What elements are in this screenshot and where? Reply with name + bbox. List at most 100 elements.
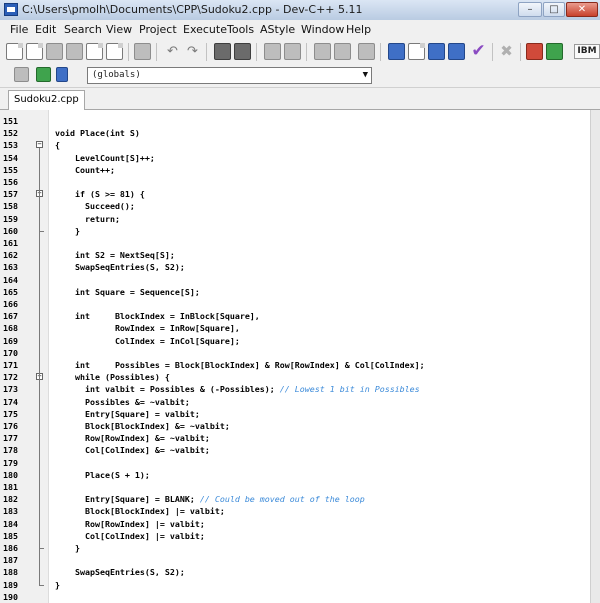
menu-astyle[interactable]: AStyle <box>260 23 295 36</box>
code-statement: Row[RowIndex] |= valbit; <box>55 518 205 529</box>
chart-icon[interactable] <box>526 43 543 60</box>
code-line[interactable]: 184 Row[RowIndex] |= valbit; <box>0 518 590 530</box>
code-line[interactable]: 189} <box>0 579 590 591</box>
menu-edit[interactable]: Edit <box>35 23 56 36</box>
code-line[interactable]: 166 <box>0 298 590 310</box>
code-line[interactable]: 176 Block[BlockIndex] &= ~valbit; <box>0 420 590 432</box>
code-line[interactable]: 190 <box>0 591 590 603</box>
code-line[interactable]: 188 SwapSeqEntries(S, S2); <box>0 566 590 578</box>
code-text: { <box>55 139 60 151</box>
minimize-button[interactable]: – <box>518 2 542 17</box>
code-line[interactable]: 186 } <box>0 542 590 554</box>
code-editor[interactable]: 151 152 void Place(int S) 153 − {154 LevelCou… <box>0 110 590 603</box>
code-line[interactable]: 170 <box>0 347 590 359</box>
code-line[interactable]: 155 Count++; <box>0 164 590 176</box>
code-line[interactable]: 182 Entry[Square] = BLANK; // Could be m… <box>0 493 590 505</box>
menu-window[interactable]: Window <box>301 23 344 36</box>
code-line[interactable]: 181 <box>0 481 590 493</box>
code-line[interactable]: 167 int BlockIndex = InBlock[Square], <box>0 310 590 322</box>
code-line[interactable]: 161 <box>0 237 590 249</box>
find-icon[interactable] <box>214 43 231 60</box>
scope-dropdown[interactable]: (globals) ▼ <box>87 67 372 84</box>
tab-sudoku2[interactable]: Sudoku2.cpp <box>8 90 85 110</box>
unindent-icon[interactable] <box>334 43 351 60</box>
code-line[interactable]: 172− while (Possibles) { <box>0 371 590 383</box>
close-all-icon[interactable] <box>106 43 123 60</box>
close-button[interactable]: ✕ <box>566 2 598 17</box>
line-number: 176 <box>3 421 18 431</box>
ibm-button[interactable]: IBM <box>574 44 600 59</box>
code-line[interactable]: 157− if (S >= 81) { <box>0 188 590 200</box>
code-line[interactable]: 156 <box>0 176 590 188</box>
line-number: 190 <box>3 591 18 602</box>
class-toolbar: (globals) ▼ <box>0 65 600 88</box>
line-number: 185 <box>3 530 18 541</box>
line-number: 160 <box>3 225 18 236</box>
code-line[interactable]: 154 LevelCount[S]++; <box>0 152 590 164</box>
code-line[interactable]: 168 RowIndex = InRow[Square], <box>0 322 590 334</box>
bookmark-icon[interactable] <box>358 43 375 60</box>
code-line[interactable]: 162 int S2 = NextSeq[S]; <box>0 249 590 261</box>
chevron-down-icon[interactable]: ▼ <box>363 68 368 83</box>
code-text: Succeed(); <box>55 200 135 212</box>
code-line[interactable]: 173 int valbit = Possibles & (-Possibles… <box>0 383 590 395</box>
menu-execute[interactable]: Execute <box>183 23 227 36</box>
toggle-bookmark-icon[interactable] <box>36 67 51 82</box>
code-line[interactable]: 153 − { <box>0 139 590 151</box>
menu-project[interactable]: Project <box>139 23 177 36</box>
menu-view[interactable]: View <box>106 23 132 36</box>
goto-line-icon[interactable] <box>284 43 301 60</box>
code-line[interactable]: 158 Succeed(); <box>0 200 590 212</box>
code-line[interactable]: 159 return; <box>0 213 590 225</box>
menu-help[interactable]: Help <box>346 23 371 36</box>
new-file-icon[interactable] <box>6 43 23 60</box>
open-icon[interactable] <box>26 43 43 60</box>
insert-icon[interactable] <box>14 67 29 82</box>
undo-icon[interactable]: ↶ <box>164 43 181 60</box>
menu-file[interactable]: File <box>10 23 28 36</box>
line-number: 168 <box>3 323 18 334</box>
redo-icon[interactable]: ↷ <box>184 43 201 60</box>
maximize-button[interactable]: □ <box>543 2 565 17</box>
close-file-icon[interactable] <box>86 43 103 60</box>
indent-icon[interactable] <box>314 43 331 60</box>
code-line[interactable]: 179 <box>0 457 590 469</box>
rebuild-icon[interactable] <box>448 43 465 60</box>
line-number: 184 <box>3 518 18 529</box>
fold-toggle-icon[interactable]: − <box>36 141 43 149</box>
code-line[interactable]: 151 <box>0 115 590 127</box>
code-line[interactable]: 163 SwapSeqEntries(S, S2); <box>0 261 590 273</box>
compile-run-icon[interactable] <box>428 43 445 60</box>
run-icon[interactable] <box>408 43 425 60</box>
code-line[interactable]: 164 <box>0 274 590 286</box>
code-line[interactable]: 152 void Place(int S) <box>0 127 590 139</box>
compile-icon[interactable] <box>388 43 405 60</box>
code-statement: SwapSeqEntries(S, S2); <box>55 262 185 273</box>
check-syntax-icon[interactable]: ✔ <box>470 43 487 60</box>
code-line[interactable]: 165 int Square = Sequence[S]; <box>0 286 590 298</box>
code-line[interactable]: 171 int Possibles = Block[BlockIndex] & … <box>0 359 590 371</box>
code-line[interactable]: 160 } <box>0 225 590 237</box>
stop-execution-icon[interactable]: ✖ <box>498 43 515 60</box>
code-line[interactable]: 175 Entry[Square] = valbit; <box>0 408 590 420</box>
find-next-icon[interactable] <box>264 43 281 60</box>
code-line[interactable]: 185 Col[ColIndex] |= valbit; <box>0 530 590 542</box>
code-line[interactable]: 169 ColIndex = InCol[Square]; <box>0 335 590 347</box>
save-all-icon[interactable] <box>66 43 83 60</box>
code-line[interactable]: 174 Possibles &= ~valbit; <box>0 396 590 408</box>
print-icon[interactable] <box>134 43 151 60</box>
line-number: 172 <box>3 372 18 383</box>
menu-search[interactable]: Search <box>64 23 102 36</box>
code-line[interactable]: 183 Block[BlockIndex] |= valbit; <box>0 505 590 517</box>
code-line[interactable]: 177 Row[RowIndex] &= ~valbit; <box>0 432 590 444</box>
code-statement: SwapSeqEntries(S, S2); <box>55 567 185 578</box>
goto-bookmark-icon[interactable] <box>56 67 68 82</box>
menu-tools[interactable]: Tools <box>227 23 254 36</box>
code-line[interactable]: 178 Col[ColIndex] &= ~valbit; <box>0 444 590 456</box>
vertical-scrollbar[interactable] <box>590 110 600 603</box>
debug-icon[interactable] <box>546 43 563 60</box>
code-line[interactable]: 187 <box>0 554 590 566</box>
replace-icon[interactable] <box>234 43 251 60</box>
code-line[interactable]: 180 Place(S + 1); <box>0 469 590 481</box>
save-icon[interactable] <box>46 43 63 60</box>
